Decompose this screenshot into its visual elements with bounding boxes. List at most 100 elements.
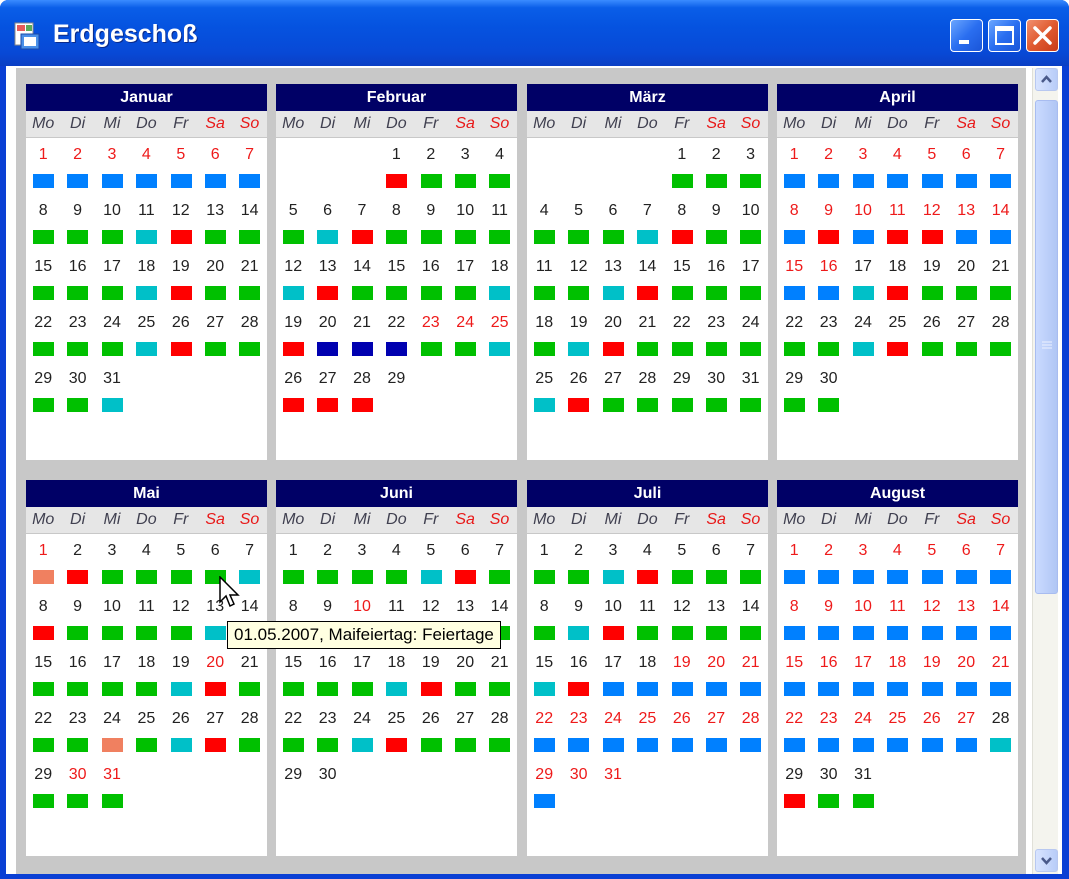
day-cell[interactable]: 19 [414,654,448,706]
day-cell[interactable]: 22 [26,314,60,366]
day-cell[interactable]: 4 [482,146,516,198]
day-cell[interactable]: 25 [527,370,561,422]
day-cell[interactable]: 27 [198,314,232,366]
day-cell[interactable]: 1 [777,542,811,594]
day-cell[interactable]: 22 [26,710,60,762]
day-cell[interactable]: 26 [164,710,198,762]
day-cell[interactable]: 27 [198,710,232,762]
day-cell[interactable]: 2 [561,542,595,594]
day-cell[interactable]: 9 [60,598,94,650]
day-cell[interactable]: 7 [733,542,767,594]
day-cell[interactable]: 3 [95,542,129,594]
day-cell[interactable]: 25 [379,710,413,762]
day-cell[interactable]: 29 [777,370,811,422]
day-cell[interactable]: 6 [198,146,232,198]
day-cell[interactable]: 20 [198,258,232,310]
day-cell[interactable]: 7 [983,542,1017,594]
day-cell[interactable]: 6 [448,542,482,594]
day-cell[interactable]: 29 [276,766,310,818]
scroll-thumb[interactable] [1035,100,1058,594]
vertical-scrollbar[interactable] [1032,68,1058,874]
day-cell[interactable]: 20 [310,314,344,366]
day-cell[interactable]: 30 [60,766,94,818]
day-cell[interactable]: 11 [129,202,163,254]
day-cell[interactable]: 12 [276,258,310,310]
day-cell[interactable]: 5 [164,542,198,594]
day-cell[interactable]: 13 [310,258,344,310]
day-cell[interactable]: 27 [699,710,733,762]
day-cell[interactable]: 3 [846,542,880,594]
day-cell[interactable]: 19 [276,314,310,366]
day-cell[interactable]: 12 [915,598,949,650]
day-cell[interactable]: 14 [733,598,767,650]
day-cell[interactable]: 31 [95,766,129,818]
day-cell[interactable]: 4 [527,202,561,254]
day-cell[interactable]: 8 [26,598,60,650]
day-cell[interactable]: 14 [983,598,1017,650]
day-cell[interactable]: 10 [733,202,767,254]
day-cell[interactable]: 28 [983,314,1017,366]
day-cell[interactable]: 9 [561,598,595,650]
day-cell[interactable]: 27 [949,710,983,762]
day-cell[interactable]: 4 [880,542,914,594]
day-cell[interactable]: 12 [665,598,699,650]
day-cell[interactable]: 17 [846,258,880,310]
day-cell[interactable]: 18 [482,258,516,310]
day-cell[interactable]: 19 [164,258,198,310]
day-cell[interactable]: 4 [129,146,163,198]
day-cell[interactable]: 6 [699,542,733,594]
day-cell[interactable]: 2 [60,542,94,594]
day-cell[interactable]: 10 [846,598,880,650]
day-cell[interactable]: 16 [561,654,595,706]
day-cell[interactable]: 8 [665,202,699,254]
day-cell[interactable]: 26 [561,370,595,422]
day-cell[interactable]: 6 [949,146,983,198]
day-cell[interactable]: 2 [60,146,94,198]
day-cell[interactable]: 19 [164,654,198,706]
day-cell[interactable]: 13 [596,258,630,310]
day-cell[interactable]: 1 [26,542,60,594]
day-cell[interactable]: 23 [414,314,448,366]
day-cell[interactable]: 25 [630,710,664,762]
day-cell[interactable]: 28 [232,710,266,762]
day-cell[interactable]: 15 [379,258,413,310]
day-cell[interactable]: 14 [630,258,664,310]
day-cell[interactable]: 3 [733,146,767,198]
day-cell[interactable]: 10 [448,202,482,254]
day-cell[interactable]: 29 [26,370,60,422]
day-cell[interactable]: 24 [345,710,379,762]
day-cell[interactable]: 26 [665,710,699,762]
day-cell[interactable]: 5 [915,542,949,594]
day-cell[interactable]: 16 [310,654,344,706]
day-cell[interactable]: 11 [482,202,516,254]
day-cell[interactable]: 12 [561,258,595,310]
day-cell[interactable]: 15 [276,654,310,706]
day-cell[interactable]: 2 [811,542,845,594]
day-cell[interactable]: 17 [846,654,880,706]
day-cell[interactable]: 21 [482,654,516,706]
day-cell[interactable]: 16 [811,654,845,706]
day-cell[interactable]: 8 [26,202,60,254]
day-cell[interactable]: 31 [733,370,767,422]
day-cell[interactable]: 1 [527,542,561,594]
day-cell[interactable]: 21 [630,314,664,366]
day-cell[interactable]: 25 [129,314,163,366]
day-cell[interactable]: 6 [949,542,983,594]
day-cell[interactable]: 24 [596,710,630,762]
day-cell[interactable]: 23 [699,314,733,366]
day-cell[interactable]: 31 [95,370,129,422]
day-cell[interactable]: 29 [665,370,699,422]
day-cell[interactable]: 27 [949,314,983,366]
scroll-up-button[interactable] [1035,68,1058,91]
day-cell[interactable]: 4 [379,542,413,594]
day-cell[interactable]: 21 [232,258,266,310]
day-cell[interactable]: 3 [95,146,129,198]
day-cell[interactable]: 26 [915,710,949,762]
day-cell[interactable]: 15 [665,258,699,310]
day-cell[interactable]: 23 [811,710,845,762]
day-cell[interactable]: 1 [665,146,699,198]
day-cell[interactable]: 19 [561,314,595,366]
day-cell[interactable]: 18 [129,654,163,706]
day-cell[interactable]: 16 [414,258,448,310]
day-cell[interactable]: 27 [310,370,344,422]
